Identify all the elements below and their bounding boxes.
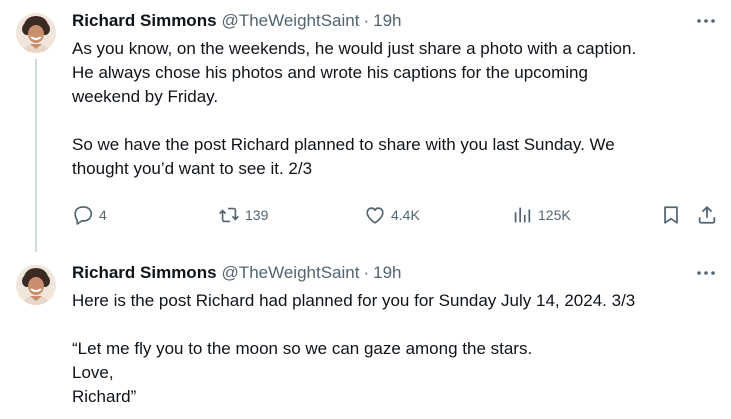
tweet-text: As you know, on the weekends, he would j…	[72, 37, 722, 181]
author-name[interactable]: Richard Simmons	[72, 11, 217, 31]
separator-dot: ·	[363, 11, 370, 30]
tweet-line: Richard”	[72, 387, 137, 406]
more-icon[interactable]	[695, 11, 717, 31]
tweet-line: Love,	[72, 363, 114, 382]
thread-line	[35, 59, 37, 252]
views-count: 125K	[538, 207, 571, 223]
tweet-line: “Let me fly you to the moon so we can ga…	[72, 339, 533, 358]
avatar[interactable]	[16, 13, 56, 53]
like-count: 4.4K	[391, 207, 420, 223]
bookmark-button[interactable]	[660, 202, 682, 228]
more-icon[interactable]	[695, 263, 717, 283]
heart-icon	[366, 207, 384, 224]
tweet-line: weekend by Friday.	[72, 87, 219, 106]
tweet[interactable]: Richard Simmons @TheWeightSaint · 19h As…	[0, 0, 731, 252]
timestamp[interactable]: 19h	[373, 11, 401, 31]
tweet-line: Here is the post Richard had planned for…	[72, 291, 636, 310]
repost-button[interactable]: 139	[218, 202, 268, 228]
author-handle[interactable]: @TheWeightSaint	[222, 263, 360, 283]
repost-icon	[219, 207, 239, 223]
tweet-actions: 4 139 4.4K 125K	[72, 202, 720, 228]
tweet-header: Richard Simmons @TheWeightSaint · 19h	[72, 263, 402, 283]
views-button[interactable]: 125K	[511, 202, 571, 228]
reply-button[interactable]: 4	[72, 202, 107, 228]
tweet-line: So we have the post Richard planned to s…	[72, 135, 615, 154]
tweet-header: Richard Simmons @TheWeightSaint · 19h	[72, 11, 402, 31]
bookmark-icon	[664, 206, 678, 224]
share-icon	[698, 206, 716, 224]
reply-icon	[74, 206, 93, 225]
tweet-line: thought you’d want to see it. 2/3	[72, 159, 313, 178]
separator-dot: ·	[363, 263, 370, 282]
author-name[interactable]: Richard Simmons	[72, 263, 217, 283]
reply-count: 4	[99, 207, 107, 223]
share-button[interactable]	[696, 202, 718, 228]
avatar[interactable]	[16, 265, 56, 305]
tweet[interactable]: Richard Simmons @TheWeightSaint · 19h He…	[0, 252, 731, 419]
tweet-line: He always chose his photos and wrote his…	[72, 63, 588, 82]
author-handle[interactable]: @TheWeightSaint	[222, 11, 360, 31]
like-button[interactable]: 4.4K	[364, 202, 420, 228]
tweet-line: As you know, on the weekends, he would j…	[72, 39, 637, 58]
timestamp[interactable]: 19h	[373, 263, 401, 283]
repost-count: 139	[245, 207, 269, 223]
views-icon	[514, 207, 531, 223]
tweet-text: Here is the post Richard had planned for…	[72, 289, 722, 409]
